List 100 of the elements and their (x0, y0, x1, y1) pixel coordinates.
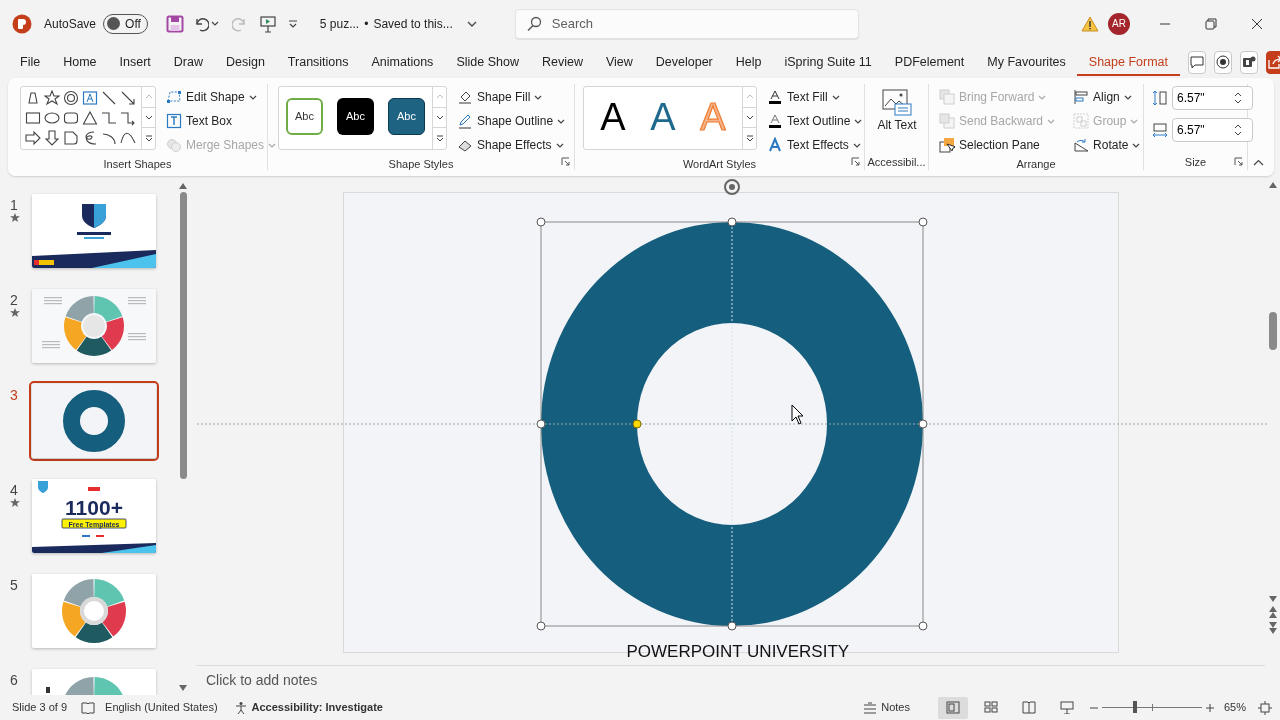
trapezoid-icon[interactable] (25, 90, 41, 106)
text-box-shape-icon[interactable] (82, 90, 98, 106)
accessibility-button[interactable]: Accessibility: Investigate (251, 699, 383, 716)
scroll-down-icon[interactable] (435, 115, 444, 120)
donut-shape[interactable] (540, 222, 923, 626)
scroll-down-icon[interactable] (144, 115, 153, 120)
zoom-level-button[interactable]: 65% (1223, 699, 1246, 716)
ribbon-tab[interactable]: Transitions (276, 50, 361, 76)
oval-icon[interactable] (44, 110, 60, 126)
spin-arrows-icon[interactable] (1234, 123, 1242, 137)
ribbon-tab[interactable]: Developer (644, 50, 725, 76)
style-preset[interactable]: Abc (337, 98, 374, 135)
dialog-launcher-icon[interactable] (1234, 157, 1243, 166)
user-avatar[interactable]: AR (1108, 12, 1130, 35)
ribbon-command[interactable]: Shape Effects (455, 134, 568, 156)
right-arrow-icon[interactable] (25, 130, 41, 146)
present-icon[interactable] (259, 14, 276, 33)
ribbon-tab[interactable]: Home (51, 50, 108, 76)
resize-handle[interactable] (536, 419, 545, 429)
ribbon-command[interactable]: Edit Shape (164, 86, 279, 108)
ribbon-tab[interactable]: Slide Show (444, 50, 531, 76)
spelling-icon[interactable] (81, 701, 96, 714)
ribbon-tab[interactable]: PDFelement (883, 50, 976, 76)
more-icon[interactable] (745, 135, 754, 143)
star-icon[interactable] (44, 90, 60, 106)
normal-view-button[interactable] (937, 696, 968, 719)
ribbon-command[interactable]: Text Fill (765, 86, 865, 108)
ribbon-tab[interactable]: Animations (360, 50, 445, 76)
scroll-up-icon[interactable] (179, 183, 187, 189)
fit-slide-icon[interactable] (1258, 700, 1272, 715)
ribbon-command[interactable]: Shape Outline (455, 110, 568, 132)
resize-handle[interactable] (536, 621, 545, 631)
wordart-preset[interactable]: A (638, 87, 688, 147)
close-icon[interactable] (1251, 17, 1263, 30)
ribbon-tab[interactable]: Shape Format (1077, 50, 1180, 76)
arc-icon[interactable] (101, 130, 117, 146)
resize-handle[interactable] (727, 217, 736, 227)
scroll-down-icon[interactable] (745, 115, 754, 120)
document-title-button[interactable]: 5 puz... • Saved to this... (319, 14, 477, 33)
comments-icon[interactable] (1188, 54, 1205, 70)
height-input[interactable]: 6.57" (1177, 89, 1231, 107)
slide-show-icon[interactable] (1059, 701, 1074, 714)
ribbon-command[interactable]: Text Outline (765, 110, 865, 132)
target-icon[interactable] (63, 90, 79, 106)
elbow-arrow-icon[interactable] (120, 110, 136, 126)
zoom-slider-thumb[interactable] (1132, 701, 1137, 713)
slide-sorter-icon[interactable] (983, 701, 998, 714)
scroll-down-icon[interactable] (179, 685, 187, 691)
width-field[interactable]: 6.57" (1172, 118, 1253, 142)
scrollbar-thumb[interactable] (179, 192, 187, 479)
resize-handle[interactable] (918, 419, 927, 429)
style-preset[interactable]: Abc (388, 98, 425, 135)
ribbon-command[interactable]: Text Effects (765, 134, 865, 156)
notes-button[interactable]: Notes (863, 699, 910, 716)
dialog-launcher-icon[interactable] (851, 157, 860, 166)
ribbon-tab[interactable]: My Favourites (975, 50, 1078, 76)
zoom-in-icon[interactable] (1205, 703, 1214, 712)
down-arrow-icon[interactable] (44, 130, 60, 146)
resize-handle[interactable] (918, 217, 927, 227)
save-icon[interactable] (165, 14, 184, 33)
more-icon[interactable] (144, 135, 153, 143)
ribbon-tab[interactable]: Help (724, 50, 773, 76)
resize-handle[interactable] (727, 621, 736, 631)
line-icon[interactable] (101, 90, 117, 106)
dialog-launcher-icon[interactable] (561, 157, 570, 166)
next-slide-icon[interactable] (1268, 622, 1277, 634)
scrollbar-thumb[interactable] (1268, 312, 1277, 350)
width-input[interactable]: 6.57" (1177, 121, 1231, 139)
share-icon[interactable] (1266, 54, 1280, 70)
height-field[interactable]: 6.57" (1172, 86, 1253, 110)
freeform-icon[interactable] (82, 130, 98, 146)
teams-button[interactable] (1239, 50, 1258, 74)
share-button[interactable] (1265, 50, 1280, 74)
normal-view-icon[interactable] (945, 701, 960, 714)
ribbon-tab[interactable]: iSpring Suite 11 (773, 50, 884, 76)
ribbon-command[interactable]: Shape Fill (455, 86, 568, 108)
more-icon[interactable] (435, 135, 444, 143)
rounded-rectangle-icon[interactable] (63, 110, 79, 126)
search-field[interactable]: Search (514, 8, 859, 39)
spin-arrows-icon[interactable] (1234, 91, 1242, 105)
ribbon-tab[interactable]: Design (214, 50, 277, 76)
ribbon-tab[interactable]: Draw (162, 50, 215, 76)
notes-placeholder[interactable]: Click to add notes (196, 665, 1265, 695)
ribbon-tab[interactable]: Insert (108, 50, 163, 76)
alt-text-button[interactable]: Alt Text (877, 87, 917, 154)
resize-handle[interactable] (918, 621, 927, 631)
rotate-handle[interactable] (723, 179, 740, 195)
wordart-preset[interactable]: A (588, 87, 638, 147)
triangle-icon[interactable] (82, 110, 98, 126)
search-input[interactable]: Search (551, 10, 848, 37)
ribbon-command[interactable]: Rotate (1071, 134, 1143, 156)
customize-icon[interactable] (287, 18, 298, 29)
restore-icon[interactable] (1205, 17, 1217, 30)
record-button[interactable] (1213, 50, 1232, 74)
curve-icon[interactable] (120, 130, 136, 146)
record-icon[interactable] (1214, 54, 1231, 70)
comments-button[interactable] (1187, 50, 1206, 74)
ribbon-tab[interactable]: View (594, 50, 645, 76)
ribbon-tab[interactable]: Review (530, 50, 595, 76)
language-button[interactable]: English (United States) (105, 699, 218, 716)
